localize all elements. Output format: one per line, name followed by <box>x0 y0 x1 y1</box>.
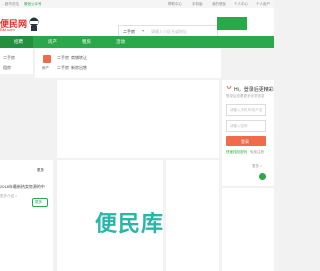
search-input[interactable]: 请输入小区名或地址 <box>151 29 187 35</box>
mascot-icon <box>29 17 39 31</box>
login-subtitle: 登录后查看更多优质信息 <box>226 94 265 98</box>
top-link-my[interactable]: 我的便民 <box>212 2 226 7</box>
top-link-help[interactable]: 帮助中心 <box>168 2 182 7</box>
house-label: 房产 <box>42 66 49 70</box>
search-category-select[interactable]: 二手房 <box>123 29 135 35</box>
more-link[interactable]: 更多 > <box>252 164 262 169</box>
nav-item-events[interactable]: 活动 <box>116 39 125 45</box>
password-field[interactable]: 请输入密码 <box>226 120 266 132</box>
top-link-mobile[interactable]: 手机版 <box>192 2 203 7</box>
house-icon <box>43 55 51 63</box>
nav-item-rent[interactable]: 租房 <box>82 39 91 45</box>
chevron-down-icon[interactable]: ▾ <box>142 28 144 33</box>
search-button[interactable] <box>217 17 247 30</box>
category-link[interactable]: 商铺转让 <box>71 55 87 61</box>
top-left-link[interactable]: ...都市总站 <box>2 2 19 7</box>
username-field[interactable]: 请输入手机号/用户名 <box>226 104 266 116</box>
user-icon <box>226 85 232 89</box>
side-panel <box>0 160 53 271</box>
side-meta: 更多介绍 > <box>0 194 18 198</box>
main-nav: 招聘 房产 租房 活动 <box>0 36 274 48</box>
watermark-logo: 便民库 <box>95 211 165 236</box>
login-button[interactable]: 登录 <box>226 136 266 146</box>
category-panel <box>35 48 221 78</box>
register-link[interactable]: 免费注册 <box>250 150 264 155</box>
top-link-center[interactable]: 个人中心 <box>234 2 248 7</box>
content-block-2 <box>166 160 219 271</box>
top-link-user[interactable]: 个人用户 <box>256 2 270 7</box>
login-title: Hi，登录后更精彩 <box>234 87 274 93</box>
username-placeholder: 请输入手机号/用户名 <box>230 108 263 112</box>
nav-item-jobs[interactable]: 招聘 <box>14 39 23 45</box>
banner-area <box>57 80 219 158</box>
category-link[interactable]: 二手房 <box>57 65 69 71</box>
site-logo-sub: BM.com <box>0 27 15 32</box>
side-more-button[interactable]: 更多 <box>32 198 48 207</box>
side-list-item[interactable]: 2018年最新热卖房源的中 <box>0 184 45 190</box>
forgot-password-link[interactable]: 快速找回密码 <box>226 150 247 155</box>
left-category-item[interactable]: 二手房 <box>3 55 15 61</box>
category-link[interactable]: 新房出售 <box>71 65 87 71</box>
login-button-label: 登录 <box>241 139 249 144</box>
chat-icon[interactable] <box>259 173 266 180</box>
password-placeholder: 请输入密码 <box>230 124 248 128</box>
side-button-label: 更多 <box>35 200 42 204</box>
category-link[interactable]: 二手房 <box>57 55 69 61</box>
nav-item-property[interactable]: 房产 <box>48 39 57 45</box>
left-category-item[interactable]: 租房 <box>3 65 11 71</box>
side-more-link[interactable]: 更多 <box>37 168 44 173</box>
content-block-3 <box>222 188 274 271</box>
header: 便民网 BM.com 二手房 ▾ 请输入小区名或地址 <box>0 8 274 38</box>
wechat-link[interactable]: 微信公众号 <box>24 2 42 7</box>
